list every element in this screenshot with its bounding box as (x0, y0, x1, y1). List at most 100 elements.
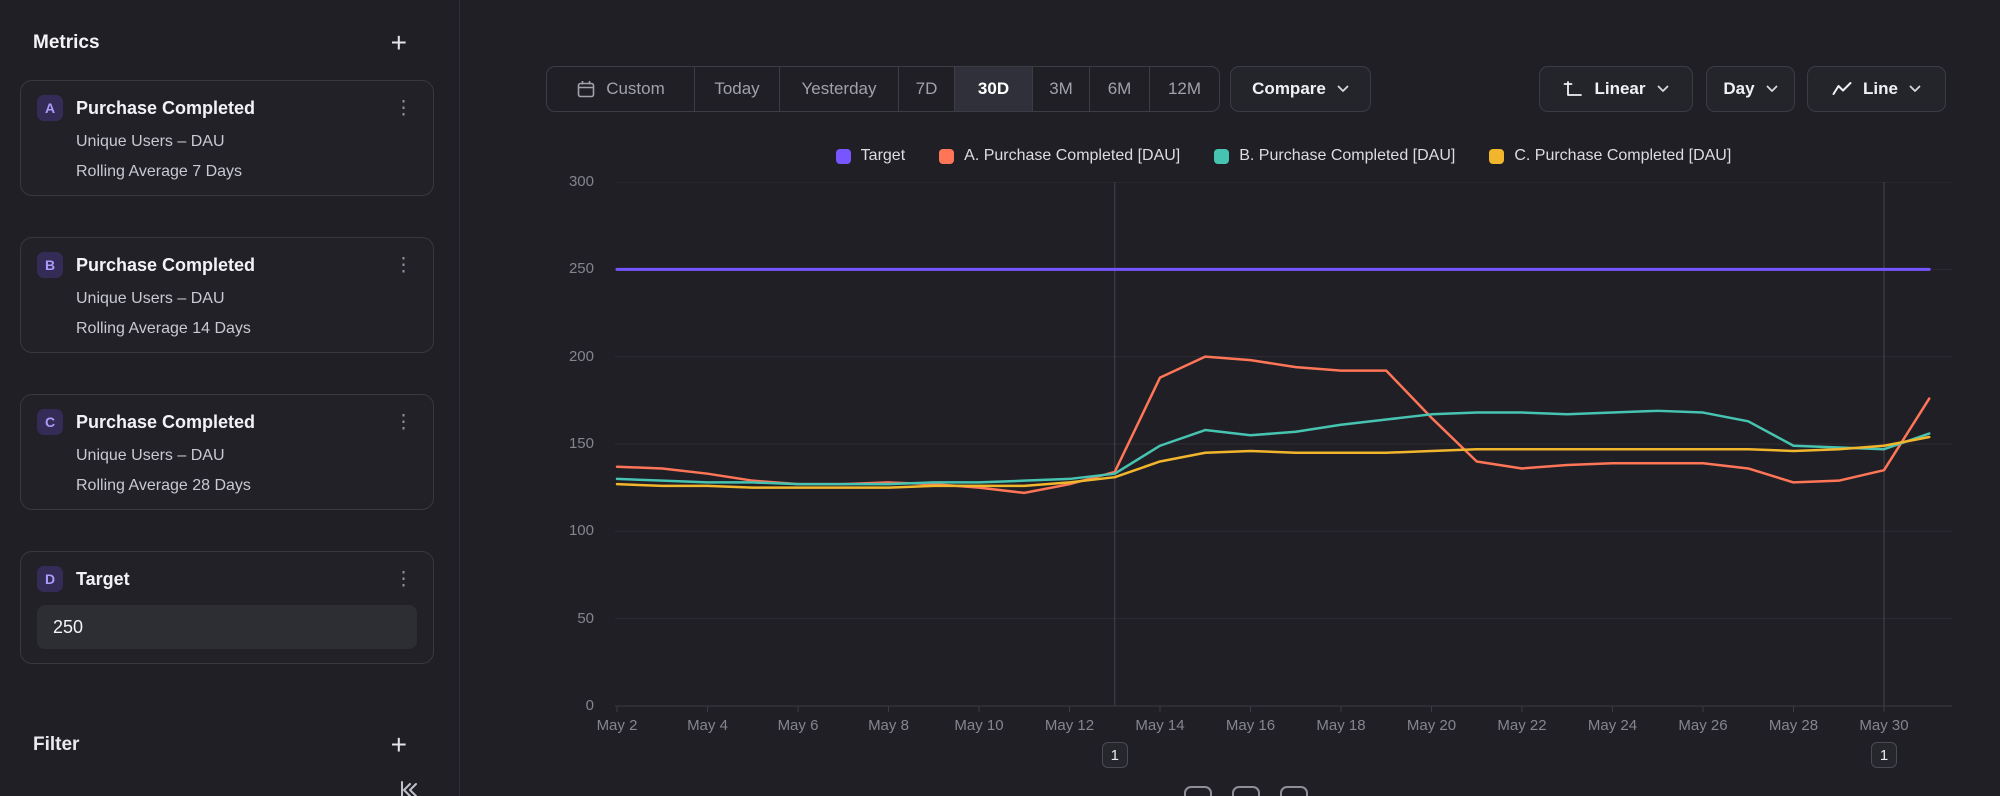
metrics-title: Metrics (33, 32, 100, 54)
metric-card-a[interactable]: A Purchase Completed ⋮ Unique Users – DA… (20, 80, 434, 196)
line-chart-icon (1832, 81, 1852, 97)
segment-label: 7D (916, 79, 938, 99)
x-axis-label: May 4 (663, 717, 753, 734)
collapse-sidebar-icon (398, 779, 420, 796)
date-range-12m-button[interactable]: 12M (1149, 67, 1219, 111)
compare-button[interactable]: Compare (1230, 66, 1371, 112)
metric-rolling-average[interactable]: Rolling Average 14 Days (76, 320, 417, 338)
metric-badge: C (37, 409, 63, 435)
chart-legend: Target A. Purchase Completed [DAU] B. Pu… (615, 147, 1952, 165)
sidebar: Metrics + A Purchase Completed ⋮ Unique … (0, 0, 460, 796)
y-axis-label: 50 (498, 610, 594, 627)
collapse-sidebar-button[interactable] (398, 779, 420, 796)
legend-swatch (939, 149, 954, 164)
y-axis-label: 200 (498, 348, 594, 365)
metric-card-b[interactable]: B Purchase Completed ⋮ Unique Users – DA… (20, 237, 434, 353)
kebab-menu-icon[interactable]: ⋮ (390, 568, 417, 591)
metric-rolling-average[interactable]: Rolling Average 7 Days (76, 163, 417, 181)
annotation-badge[interactable]: 1 (1871, 742, 1897, 768)
date-range-6m-button[interactable]: 6M (1089, 67, 1149, 111)
legend-swatch (1214, 149, 1229, 164)
target-badge: D (37, 566, 63, 592)
chevron-down-icon (1766, 85, 1778, 93)
add-metric-button[interactable]: + (391, 32, 407, 54)
kebab-menu-icon[interactable]: ⋮ (390, 97, 417, 120)
chart-footer-actions (1184, 786, 1308, 796)
y-axis-labels: 050100150200250300 (498, 182, 594, 722)
segment-label: Yesterday (802, 79, 877, 99)
legend-label: C. Purchase Completed [DAU] (1514, 147, 1731, 165)
legend-item-b[interactable]: B. Purchase Completed [DAU] (1214, 147, 1455, 165)
x-axis-label: May 18 (1296, 717, 1386, 734)
add-filter-button[interactable]: + (391, 734, 407, 756)
annotation-markers: 11 (615, 742, 1975, 770)
metric-badge: A (37, 95, 63, 121)
legend-item-c[interactable]: C. Purchase Completed [DAU] (1489, 147, 1731, 165)
x-axis-label: May 12 (1025, 717, 1115, 734)
date-range-today-button[interactable]: Today (694, 67, 779, 111)
series-line-1 (617, 357, 1929, 493)
chevron-down-icon (1657, 85, 1669, 93)
scale-label: Linear (1594, 79, 1645, 99)
legend-label: A. Purchase Completed [DAU] (964, 147, 1180, 165)
legend-item-a[interactable]: A. Purchase Completed [DAU] (939, 147, 1180, 165)
y-axis-label: 250 (498, 260, 594, 277)
chart-canvas (615, 182, 1952, 714)
legend-label: B. Purchase Completed [DAU] (1239, 147, 1455, 165)
metric-subtitle[interactable]: Unique Users – DAU (76, 447, 417, 465)
segment-label: 12M (1168, 79, 1201, 99)
chevron-down-icon (1337, 85, 1349, 93)
kebab-menu-icon[interactable]: ⋮ (390, 411, 417, 434)
x-axis-label: May 10 (934, 717, 1024, 734)
calendar-icon (576, 79, 596, 99)
metric-subtitle[interactable]: Unique Users – DAU (76, 290, 417, 308)
chart-type-label: Line (1863, 79, 1898, 99)
x-axis-label: May 24 (1568, 717, 1658, 734)
y-axis-label: 100 (498, 522, 594, 539)
legend-item-target[interactable]: Target (836, 147, 905, 165)
metric-subtitle[interactable]: Unique Users – DAU (76, 133, 417, 151)
date-range-custom-button[interactable]: Custom (547, 67, 694, 111)
metric-title: Purchase Completed (76, 255, 377, 276)
chart-type-selector-button[interactable]: Line (1807, 66, 1946, 112)
scale-selector-button[interactable]: Linear (1539, 66, 1693, 112)
filter-header: Filter + (0, 734, 459, 756)
linear-scale-icon (1563, 79, 1583, 99)
kebab-menu-icon[interactable]: ⋮ (390, 254, 417, 277)
x-axis-label: May 8 (844, 717, 934, 734)
chart-footer-button-3[interactable] (1280, 786, 1308, 796)
metric-rolling-average[interactable]: Rolling Average 28 Days (76, 477, 417, 495)
x-axis-label: May 6 (753, 717, 843, 734)
date-range-yesterday-button[interactable]: Yesterday (779, 67, 898, 111)
filter-title: Filter (33, 734, 79, 756)
series-line-3 (617, 437, 1929, 488)
metric-card-header: B Purchase Completed ⋮ (37, 252, 417, 278)
metrics-header: Metrics + (0, 0, 459, 54)
metric-card-header: A Purchase Completed ⋮ (37, 95, 417, 121)
legend-swatch (1489, 149, 1504, 164)
x-axis-labels: May 2May 4May 6May 8May 10May 12May 14Ma… (615, 717, 1975, 737)
segment-label: Custom (606, 79, 665, 99)
metric-card-header: C Purchase Completed ⋮ (37, 409, 417, 435)
chevron-down-icon (1909, 85, 1921, 93)
target-card[interactable]: D Target ⋮ 250 (20, 551, 434, 664)
annotation-badge[interactable]: 1 (1102, 742, 1128, 768)
metric-badge: B (37, 252, 63, 278)
target-title: Target (76, 569, 377, 590)
segment-label: 30D (978, 79, 1009, 99)
segment-label: 6M (1108, 79, 1132, 99)
granularity-selector-button[interactable]: Day (1706, 66, 1795, 112)
compare-label: Compare (1252, 79, 1326, 99)
target-value-input[interactable]: 250 (37, 605, 417, 649)
x-axis-label: May 26 (1658, 717, 1748, 734)
date-range-30d-button[interactable]: 30D (954, 67, 1032, 111)
metric-card-c[interactable]: C Purchase Completed ⋮ Unique Users – DA… (20, 394, 434, 510)
target-card-header: D Target ⋮ (37, 566, 417, 592)
chart-footer-button-1[interactable] (1184, 786, 1212, 796)
y-axis-label: 0 (498, 697, 594, 714)
metric-title: Purchase Completed (76, 412, 377, 433)
x-axis-label: May 28 (1749, 717, 1839, 734)
date-range-7d-button[interactable]: 7D (898, 67, 954, 111)
chart-footer-button-2[interactable] (1232, 786, 1260, 796)
date-range-3m-button[interactable]: 3M (1032, 67, 1089, 111)
